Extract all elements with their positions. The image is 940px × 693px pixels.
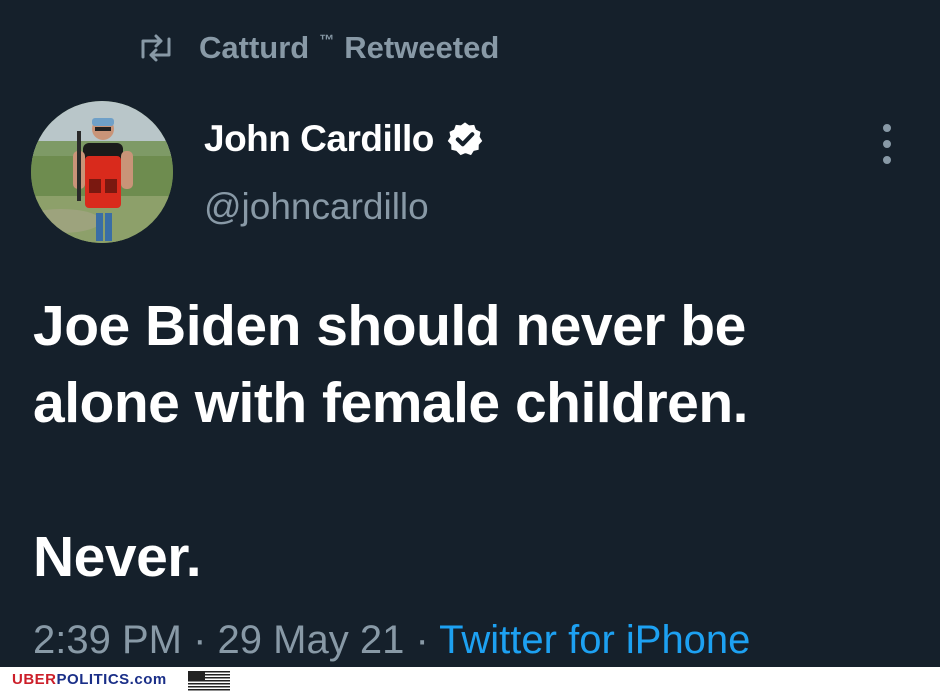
watermark-bar: UBERPOLITICS.com (0, 667, 940, 693)
retweeter-name[interactable]: Catturd (199, 30, 309, 66)
watermark-politics: POLITICS.com (56, 671, 167, 688)
meta-separator: · (415, 618, 429, 662)
more-options-icon[interactable] (870, 124, 904, 164)
us-flag-icon (188, 671, 230, 691)
avatar[interactable] (31, 101, 173, 243)
tweet-time[interactable]: 2:39 PM (33, 618, 182, 662)
trademark-symbol: ™ (319, 32, 335, 49)
retweeted-label: Retweeted (344, 30, 500, 65)
meta-separator: · (193, 618, 207, 662)
watermark-logo: UBERPOLITICS.com (12, 671, 167, 688)
dot (883, 124, 891, 132)
retweet-icon (141, 34, 171, 62)
avatar-photo (31, 101, 173, 243)
tweet-source-link[interactable]: Twitter for iPhone (439, 618, 750, 662)
tweet-text: Joe Biden should never be alone with fem… (33, 294, 749, 589)
author-handle[interactable]: @johncardillo (204, 186, 429, 228)
tweet-date[interactable]: 29 May 21 (218, 618, 405, 662)
verified-badge-icon (447, 122, 483, 156)
dot (883, 156, 891, 164)
dot (883, 140, 891, 148)
tweet-meta: 2:39 PM · 29 May 21 · Twitter for iPhone (33, 618, 750, 663)
retweet-indicator[interactable]: Catturd ™ Retweeted (137, 28, 499, 68)
author-name[interactable]: John Cardillo (204, 118, 434, 160)
author-name-row[interactable]: John Cardillo (204, 118, 484, 160)
watermark-uber: UBER (12, 671, 57, 688)
tweet-card: Catturd ™ Retweeted John Cardillo @johnc… (0, 0, 940, 667)
